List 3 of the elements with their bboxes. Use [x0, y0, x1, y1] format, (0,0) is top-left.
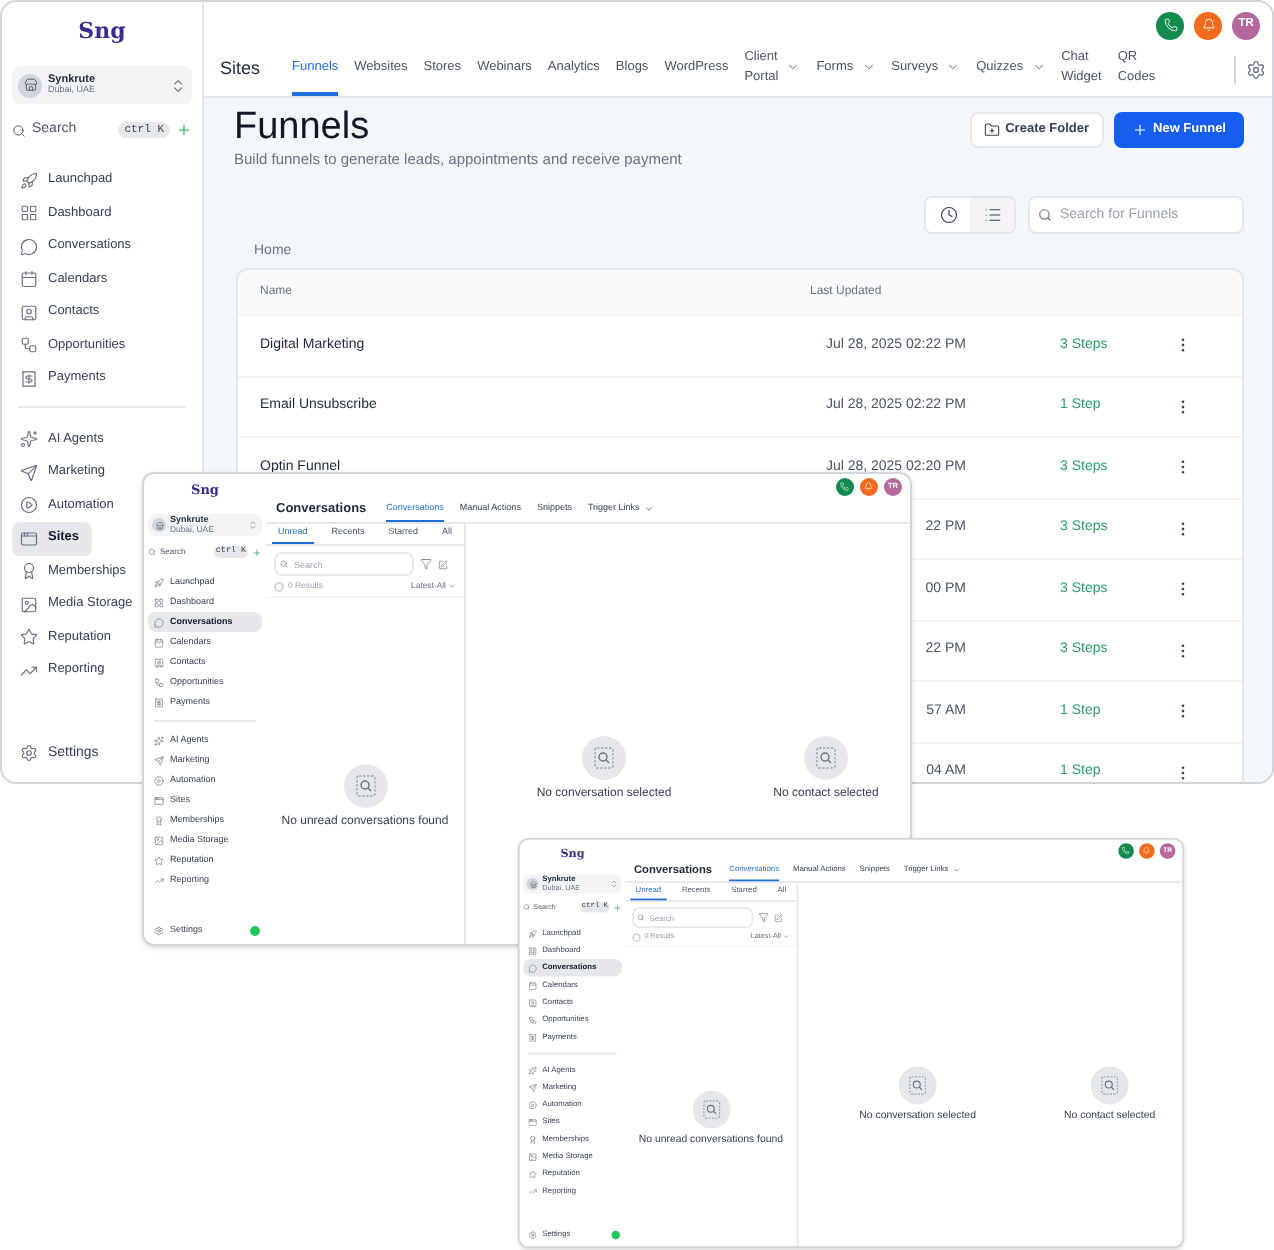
logo: Sng [78, 15, 126, 48]
page-title: Funnels [234, 106, 372, 150]
section-title: Sites [220, 55, 261, 82]
